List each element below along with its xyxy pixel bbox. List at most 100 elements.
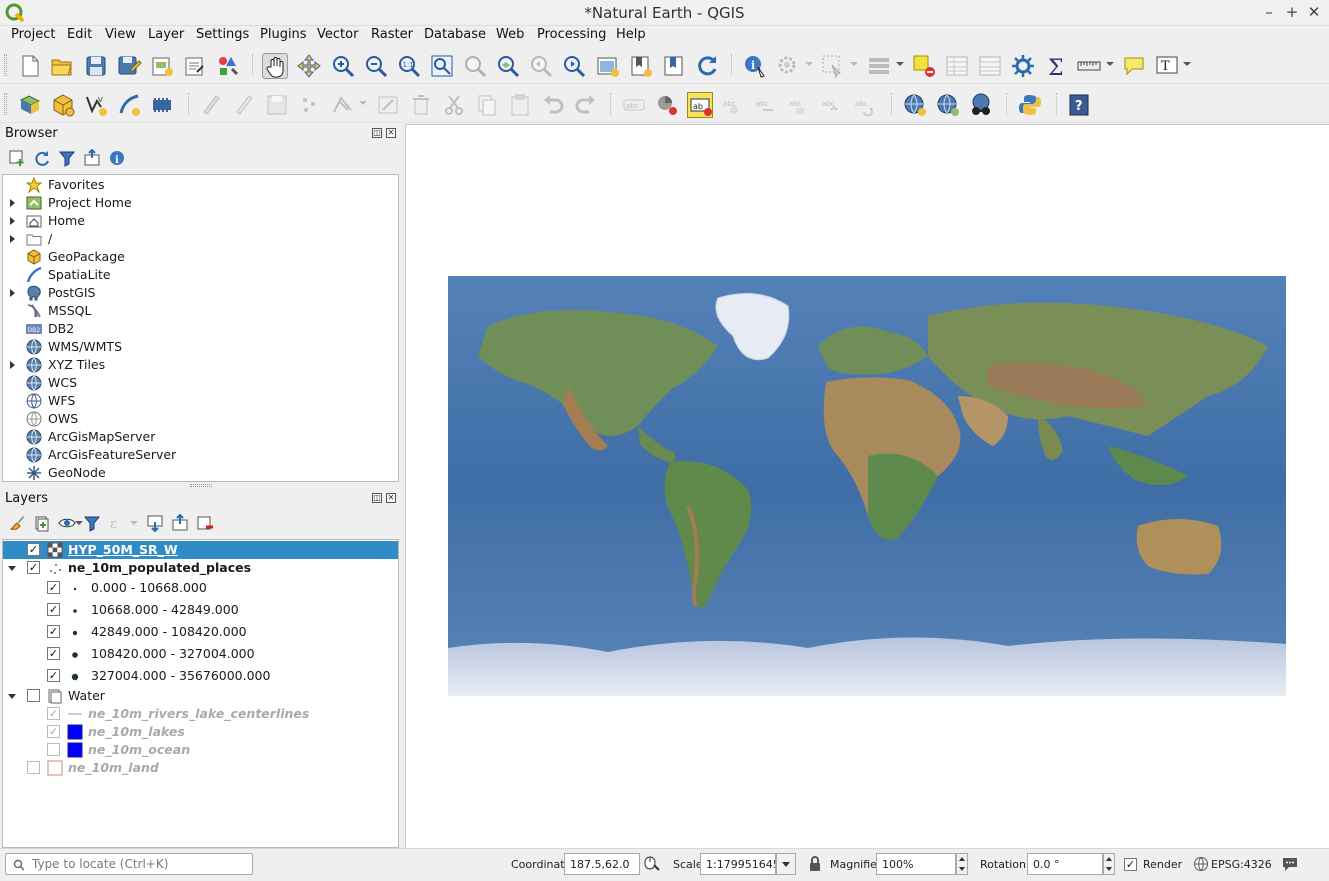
layer-row[interactable]: ✓ ne_10m_rivers_lake_centerlines bbox=[3, 705, 398, 723]
browser-item[interactable]: ArcGisFeatureServer bbox=[3, 446, 398, 464]
panel-splitter-handle[interactable] bbox=[190, 484, 212, 487]
browser-item[interactable]: WFS bbox=[3, 392, 398, 410]
layer-visibility-checkbox[interactable]: ✓ bbox=[47, 669, 60, 682]
magnifier-field[interactable] bbox=[876, 853, 956, 875]
remove-layer-icon[interactable] bbox=[196, 514, 214, 532]
layer-visibility-checkbox[interactable]: ✓ bbox=[47, 603, 60, 616]
browser-close-button[interactable]: ✕ bbox=[386, 128, 396, 138]
expand-arrow-icon[interactable] bbox=[10, 361, 15, 369]
menu-database[interactable]: Database bbox=[424, 27, 486, 42]
crs-label[interactable]: EPSG:4326 bbox=[1211, 858, 1272, 871]
refresh-icon[interactable] bbox=[694, 53, 720, 79]
browser-item[interactable]: Project Home bbox=[3, 194, 398, 212]
menu-plugins[interactable]: Plugins bbox=[260, 27, 307, 42]
toolbar-grip[interactable] bbox=[4, 54, 7, 76]
layer-row[interactable]: ✓ 0.000 - 10668.000 bbox=[3, 579, 398, 597]
layer-diagram-options-icon[interactable] bbox=[654, 92, 680, 118]
toggle-extents-mouse-icon[interactable] bbox=[643, 855, 661, 873]
map-tips-icon[interactable] bbox=[1121, 53, 1147, 79]
style-manager-icon[interactable] bbox=[215, 53, 241, 79]
processing-toolbox-icon[interactable] bbox=[1010, 53, 1036, 79]
collapse-arrow-icon[interactable] bbox=[8, 566, 16, 571]
browser-float-button[interactable]: ◫ bbox=[372, 128, 382, 138]
scale-dropdown-button[interactable] bbox=[776, 853, 796, 875]
layer-visibility-checkbox[interactable]: ✓ bbox=[47, 647, 60, 660]
pan-to-selection-icon[interactable] bbox=[296, 53, 322, 79]
menu-raster[interactable]: Raster bbox=[371, 27, 413, 42]
browser-tree[interactable]: Favorites Project Home Home / GeoPackage Spat… bbox=[2, 174, 399, 482]
layer-visibility-checkbox[interactable] bbox=[47, 743, 60, 756]
scale-field[interactable] bbox=[700, 853, 776, 875]
maximize-button[interactable]: + bbox=[1283, 3, 1301, 21]
menu-settings[interactable]: Settings bbox=[196, 27, 249, 42]
map-canvas[interactable] bbox=[405, 124, 1329, 848]
zoom-out-icon[interactable] bbox=[363, 53, 389, 79]
new-temporary-layer-icon[interactable] bbox=[149, 92, 175, 118]
label-toolbar-icon[interactable]: ab bbox=[687, 92, 713, 118]
python-console-icon[interactable] bbox=[1017, 92, 1043, 118]
open-project-icon[interactable] bbox=[49, 53, 75, 79]
browser-item[interactable]: GeoPackage bbox=[3, 248, 398, 266]
browser-item[interactable]: / bbox=[3, 230, 398, 248]
layer-visibility-checkbox[interactable]: ✓ bbox=[47, 581, 60, 594]
close-button[interactable]: ✕ bbox=[1305, 3, 1323, 21]
browser-item[interactable]: WMS/WMTS bbox=[3, 338, 398, 356]
browser-item[interactable]: GeoNode bbox=[3, 464, 398, 482]
layer-row[interactable]: ✓ ne_10m_lakes bbox=[3, 723, 398, 741]
zoom-full-icon[interactable] bbox=[429, 53, 455, 79]
layer-row[interactable]: Water bbox=[3, 687, 398, 705]
expand-arrow-icon[interactable] bbox=[10, 217, 15, 225]
save-project-icon[interactable] bbox=[83, 53, 109, 79]
menu-web[interactable]: Web bbox=[496, 27, 524, 42]
rotation-field[interactable] bbox=[1027, 853, 1103, 875]
lock-scale-icon[interactable] bbox=[807, 855, 823, 873]
refresh-browser-icon[interactable] bbox=[33, 149, 51, 167]
collapse-arrow-icon[interactable] bbox=[8, 694, 16, 699]
zoom-native-resolution-icon[interactable]: 1:1 bbox=[396, 53, 422, 79]
layers-float-button[interactable]: ◫ bbox=[372, 493, 382, 503]
browser-item[interactable]: PostGIS bbox=[3, 284, 398, 302]
browser-item[interactable]: Favorites bbox=[3, 176, 398, 194]
new-spatialite-layer-icon[interactable] bbox=[116, 92, 142, 118]
menu-vector[interactable]: Vector bbox=[317, 27, 358, 42]
browser-item[interactable]: WCS bbox=[3, 374, 398, 392]
add-wms-layer-icon[interactable] bbox=[902, 92, 928, 118]
menu-edit[interactable]: Edit bbox=[67, 27, 92, 42]
layer-row[interactable]: ✓ 108420.000 - 327004.000 bbox=[3, 645, 398, 663]
zoom-next-icon[interactable] bbox=[561, 53, 587, 79]
new-project-icon[interactable] bbox=[17, 53, 43, 79]
zoom-to-layer-icon[interactable] bbox=[495, 53, 521, 79]
properties-info-icon[interactable]: i bbox=[108, 149, 126, 167]
new-bookmark-icon[interactable] bbox=[628, 53, 654, 79]
add-group-icon[interactable] bbox=[33, 514, 51, 532]
collapse-all-icon[interactable] bbox=[83, 149, 101, 167]
layer-row[interactable]: ne_10m_ocean bbox=[3, 741, 398, 759]
browser-item[interactable]: XYZ Tiles bbox=[3, 356, 398, 374]
save-as-icon[interactable] bbox=[116, 53, 142, 79]
browser-item[interactable]: ArcGisMapServer bbox=[3, 428, 398, 446]
layers-close-button[interactable]: ✕ bbox=[386, 493, 396, 503]
crs-globe-icon[interactable] bbox=[1193, 856, 1209, 872]
coordinate-field[interactable] bbox=[564, 853, 640, 875]
browser-item[interactable]: SpatiaLite bbox=[3, 266, 398, 284]
deselect-features-icon[interactable] bbox=[911, 53, 937, 79]
layer-row[interactable]: ✓ 42849.000 - 108420.000 bbox=[3, 623, 398, 641]
magnifier-spinner[interactable] bbox=[956, 853, 968, 875]
new-print-layout-icon[interactable] bbox=[149, 53, 175, 79]
text-annotation-icon[interactable]: T bbox=[1154, 53, 1180, 79]
layer-row[interactable]: ✓ HYP_50M_SR_W bbox=[3, 541, 398, 559]
render-checkbox[interactable]: ✓ bbox=[1124, 858, 1137, 871]
expand-all-icon[interactable] bbox=[146, 514, 164, 532]
expand-arrow-icon[interactable] bbox=[10, 235, 15, 243]
expand-arrow-icon[interactable] bbox=[10, 199, 15, 207]
browser-item[interactable]: Home bbox=[3, 212, 398, 230]
rotation-spinner[interactable] bbox=[1103, 853, 1115, 875]
minimize-button[interactable]: – bbox=[1260, 3, 1278, 21]
zoom-in-icon[interactable] bbox=[330, 53, 356, 79]
messages-log-icon[interactable] bbox=[1281, 855, 1299, 873]
identify-features-icon[interactable]: i bbox=[742, 53, 768, 79]
filter-legend-icon[interactable] bbox=[83, 514, 101, 532]
layer-visibility-checkbox[interactable] bbox=[27, 689, 40, 702]
pan-hand-icon[interactable] bbox=[262, 53, 288, 79]
metasearch-icon[interactable] bbox=[968, 92, 994, 118]
